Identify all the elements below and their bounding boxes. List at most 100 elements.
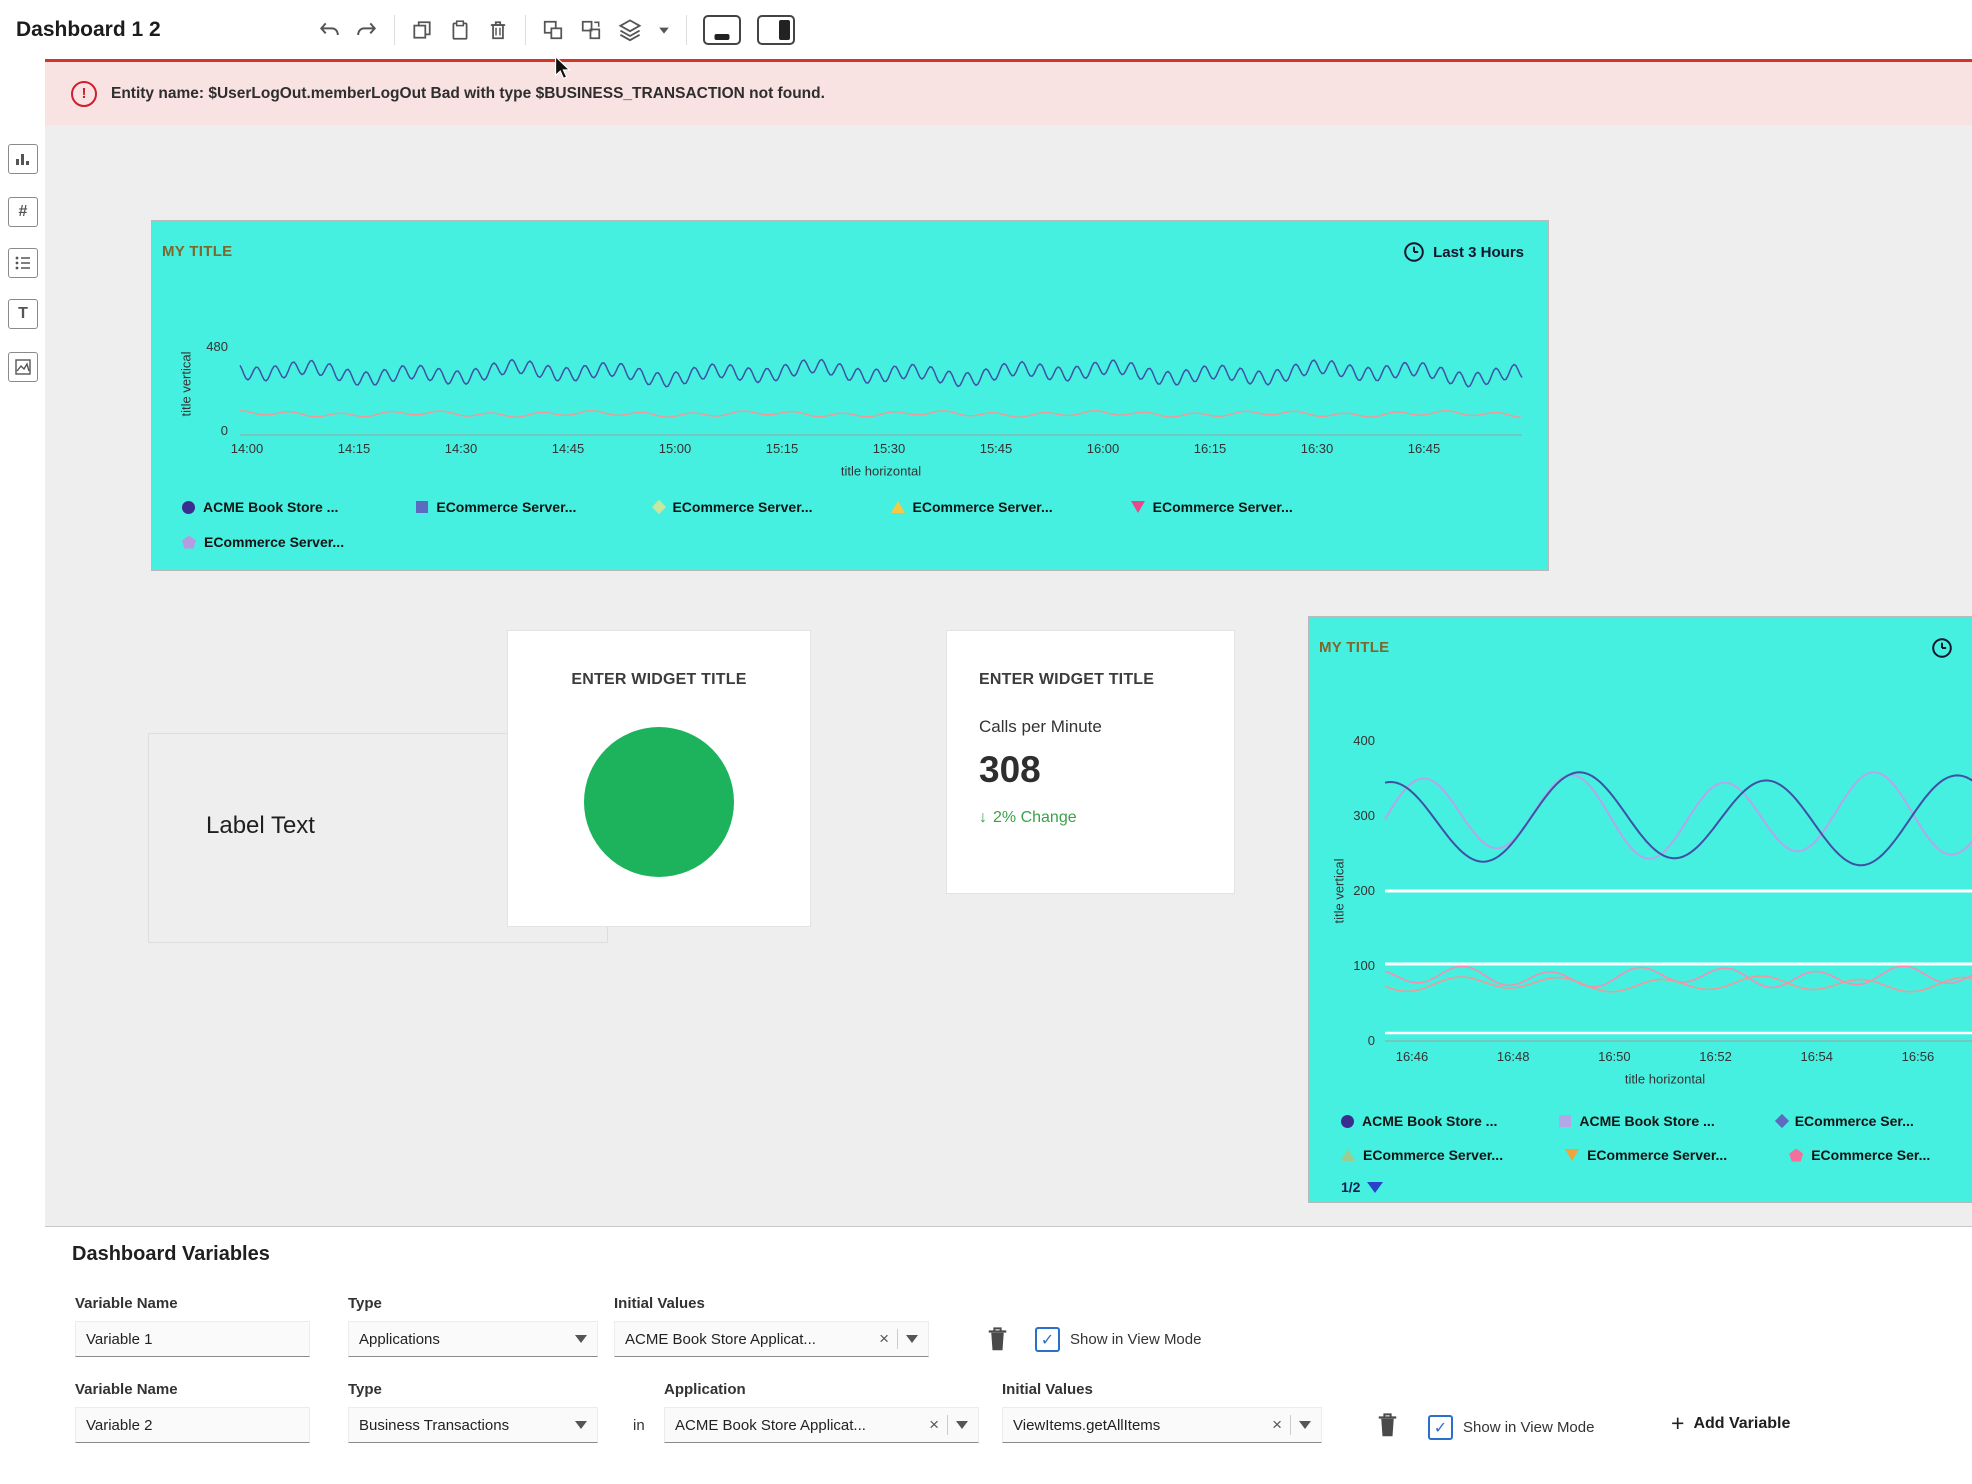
copy-button[interactable] [411, 19, 433, 41]
legend-item[interactable]: ACME Book Store ... [182, 499, 338, 515]
redo-icon [356, 19, 378, 41]
layers-icon [618, 18, 642, 42]
pager-down-icon [1367, 1182, 1383, 1193]
legend-item[interactable]: ECommerce Server... [654, 499, 812, 515]
show-in-view-mode-checkbox[interactable]: ✓ Show in View Mode [1428, 1415, 1594, 1440]
undo-button[interactable] [318, 19, 340, 41]
legend-label: ECommerce Server... [204, 534, 344, 550]
input-value: Variable 1 [86, 1331, 299, 1348]
legend-item[interactable]: ECommerce Server... [1131, 499, 1293, 515]
palette-image-widget-button[interactable] [8, 352, 38, 382]
legend-item[interactable]: ECommerce Server... [416, 499, 576, 515]
legend-item[interactable]: ACME Book Store ... [1559, 1113, 1714, 1129]
legend-item[interactable]: ACME Book Store ... [1341, 1113, 1497, 1129]
show-in-view-mode-checkbox[interactable]: ✓ Show in View Mode [1035, 1327, 1201, 1352]
selected-value: ACME Book Store Applicat... [675, 1417, 921, 1434]
tick-label: 0 [221, 423, 228, 439]
clear-icon[interactable]: × [929, 1415, 939, 1435]
checkbox-checked[interactable]: ✓ [1035, 1327, 1060, 1352]
legend-item[interactable]: ECommerce Ser... [1777, 1113, 1914, 1129]
legend-item[interactable]: ECommerce Ser... [1789, 1147, 1930, 1163]
layers-button[interactable] [618, 18, 642, 42]
field-divider [947, 1415, 948, 1435]
palette-chart-widget-button[interactable] [8, 144, 38, 174]
legend-label: ECommerce Server... [672, 499, 812, 515]
timeseries-widget-1[interactable]: MY TITLE Last 3 Hours title vertical 480… [151, 220, 1549, 571]
tick-label: 16:46 [1385, 1049, 1439, 1065]
list-icon [14, 254, 32, 272]
chevron-down-icon [906, 1335, 918, 1343]
type-select[interactable]: Applications [348, 1321, 598, 1357]
error-banner: ! Entity name: $UserLogOut.memberLogOut … [45, 59, 1972, 125]
palette-text-widget-button[interactable]: T [8, 299, 38, 329]
legend-pager[interactable]: 1/2 [1341, 1179, 1383, 1195]
paste-button[interactable] [449, 19, 471, 41]
legend-item[interactable]: ECommerce Server... [182, 534, 344, 550]
delete-variable-button[interactable] [985, 1325, 1010, 1356]
tick-label: 15:15 [755, 441, 809, 457]
palette-list-widget-button[interactable] [8, 248, 38, 278]
tick-label: 100 [1353, 958, 1375, 974]
field-divider [897, 1329, 898, 1349]
tick-label: 16:48 [1486, 1049, 1540, 1065]
pie-widget[interactable]: ENTER WIDGET TITLE [507, 630, 811, 927]
chevron-down-icon [575, 1335, 587, 1343]
delete-variable-button[interactable] [1375, 1411, 1400, 1442]
tick-label: 16:56 [1891, 1049, 1945, 1065]
clear-icon[interactable]: × [879, 1329, 889, 1349]
initial-values-select[interactable]: ViewItems.getAllItems × [1002, 1407, 1322, 1443]
tick-label: 300 [1353, 808, 1375, 824]
checkbox-checked[interactable]: ✓ [1428, 1415, 1453, 1440]
in-word: in [633, 1417, 645, 1434]
type-select[interactable]: Business Transactions [348, 1407, 598, 1443]
field-divider [1290, 1415, 1291, 1435]
ungroup-button[interactable] [580, 19, 602, 41]
clear-icon[interactable]: × [1272, 1415, 1282, 1435]
legend-marker-diamond [652, 500, 666, 514]
legend-row: ECommerce Server... [182, 534, 344, 550]
tick-label: 480 [206, 339, 228, 355]
initial-values-select[interactable]: ACME Book Store Applicat... × [614, 1321, 929, 1357]
legend-item[interactable]: ECommerce Server... [1565, 1147, 1727, 1163]
dashboard-variables-panel: Dashboard Variables Variable Name Type I… [45, 1226, 1972, 1484]
variable-name-input[interactable]: Variable 1 [75, 1321, 310, 1357]
metric-change: ↓ 2% Change [979, 809, 1077, 827]
layers-dropdown-button[interactable] [658, 24, 670, 36]
legend-marker-circle [182, 501, 195, 514]
initial-values-label: Initial Values [614, 1295, 705, 1312]
toggle-bottom-panel-button[interactable] [703, 15, 741, 45]
legend-marker-pent [182, 536, 196, 549]
legend-item[interactable]: ECommerce Server... [1341, 1147, 1503, 1163]
tick-label: 0 [1368, 1033, 1375, 1049]
chevron-down-icon [956, 1421, 968, 1429]
application-label: Application [664, 1381, 746, 1398]
application-select[interactable]: ACME Book Store Applicat... × [664, 1407, 979, 1443]
group-button[interactable] [542, 19, 564, 41]
add-variable-button[interactable]: + Add Variable [1665, 1411, 1796, 1436]
chart-line [1385, 976, 1972, 992]
ungroup-icon [580, 19, 602, 41]
chart-line [240, 360, 1522, 387]
toggle-right-panel-button[interactable] [757, 15, 795, 45]
metric-widget[interactable]: ENTER WIDGET TITLE Calls per Minute 308 … [946, 630, 1235, 894]
legend-marker-tri-down [1131, 501, 1145, 513]
legend-label: ACME Book Store ... [1362, 1113, 1497, 1129]
chevron-down-icon [575, 1421, 587, 1429]
legend-row: ACME Book Store ... ECommerce Server... EC… [182, 499, 1293, 515]
tick-label: 16:45 [1397, 441, 1451, 457]
chart-line [1385, 772, 1972, 859]
tick-label: 16:50 [1587, 1049, 1641, 1065]
legend-marker-diamond [1775, 1114, 1789, 1128]
chart-line [240, 411, 1521, 417]
legend-label: ECommerce Ser... [1811, 1147, 1930, 1163]
x-axis-label: title horizontal [1625, 1072, 1705, 1087]
trash-icon [1375, 1411, 1400, 1439]
palette-metric-widget-button[interactable]: # [8, 197, 38, 227]
tick-label: 15:30 [862, 441, 916, 457]
redo-button[interactable] [356, 19, 378, 41]
variable-name-input[interactable]: Variable 2 [75, 1407, 310, 1443]
legend-item[interactable]: ECommerce Server... [891, 499, 1053, 515]
legend-marker-tri-up [1341, 1149, 1355, 1161]
delete-button[interactable] [487, 19, 509, 41]
timeseries-widget-2[interactable]: MY TITLE title vertical 4003002001000 16… [1308, 616, 1972, 1203]
